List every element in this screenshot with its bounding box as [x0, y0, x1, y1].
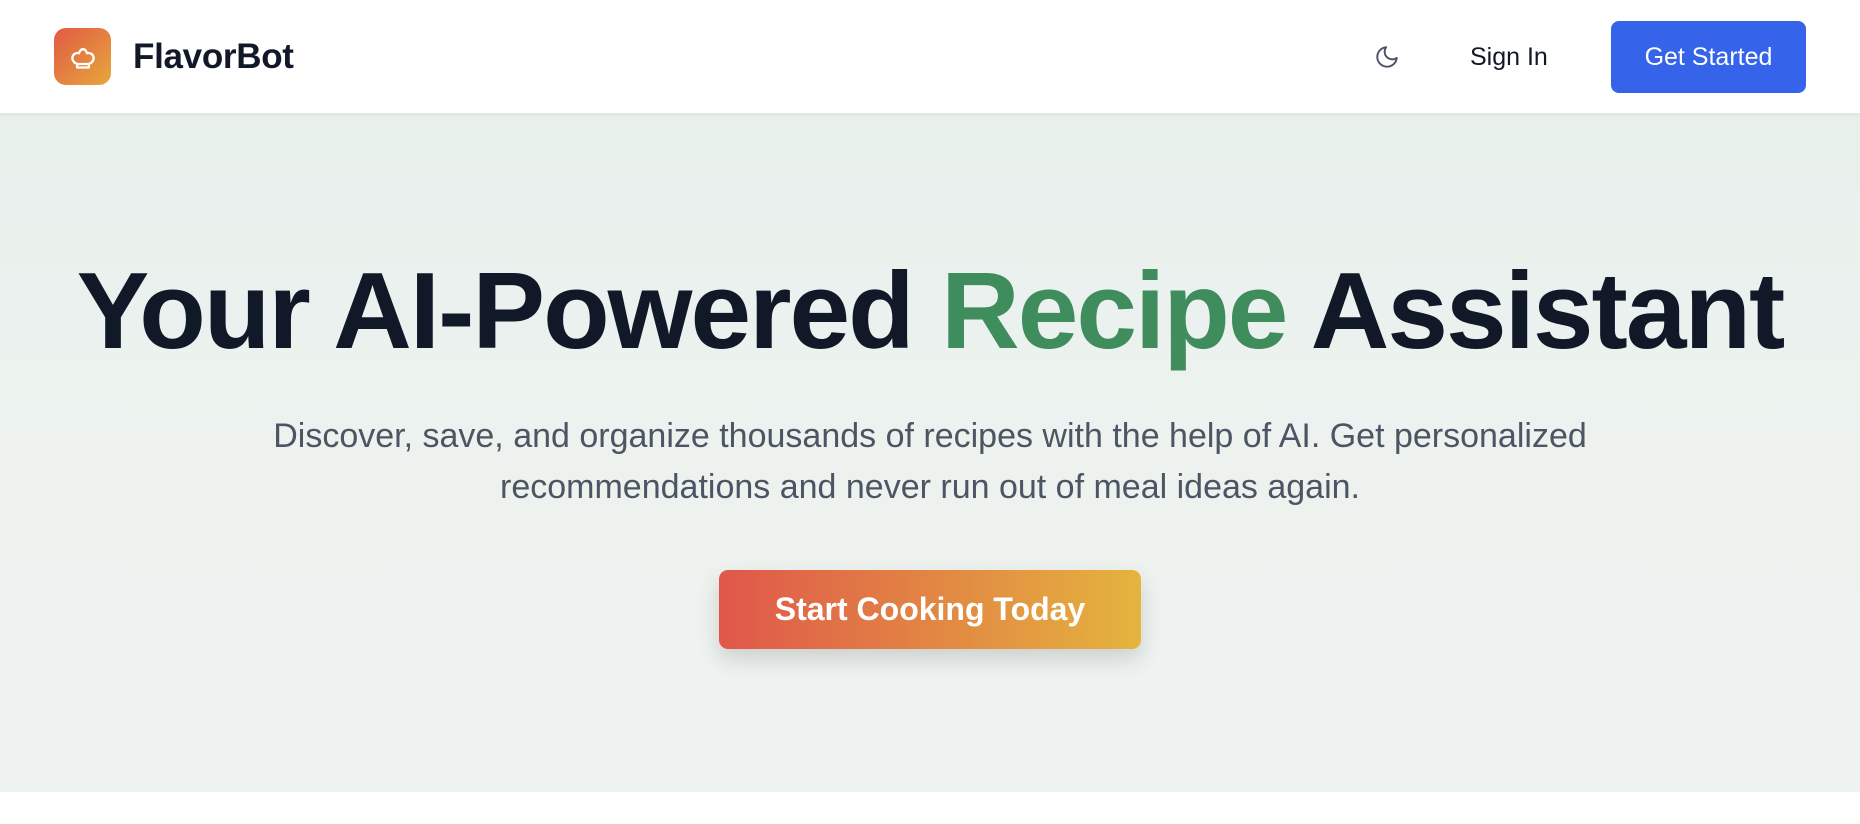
brand-name: FlavorBot	[133, 36, 294, 76]
sign-in-link[interactable]: Sign In	[1470, 36, 1548, 78]
navbar: FlavorBot Sign In Get Started	[0, 0, 1860, 114]
chef-hat-icon	[54, 28, 111, 85]
hero-title-prefix: Your AI-Powered	[76, 250, 941, 372]
start-cooking-button[interactable]: Start Cooking Today	[719, 570, 1141, 649]
hero-subtitle: Discover, save, and organize thousands o…	[273, 417, 1587, 506]
brand-link[interactable]: FlavorBot	[54, 28, 294, 85]
moon-icon	[1376, 46, 1398, 68]
hero-title-highlight: Recipe	[940, 250, 1288, 372]
hero-title: Your AI-Powered Recipe Assistant	[0, 250, 1860, 372]
hero-section: Your AI-Powered Recipe Assistant Discove…	[0, 114, 1860, 792]
theme-toggle-button[interactable]	[1362, 32, 1412, 82]
get-started-button[interactable]: Get Started	[1611, 21, 1806, 93]
hero-title-suffix: Assistant	[1286, 250, 1786, 372]
